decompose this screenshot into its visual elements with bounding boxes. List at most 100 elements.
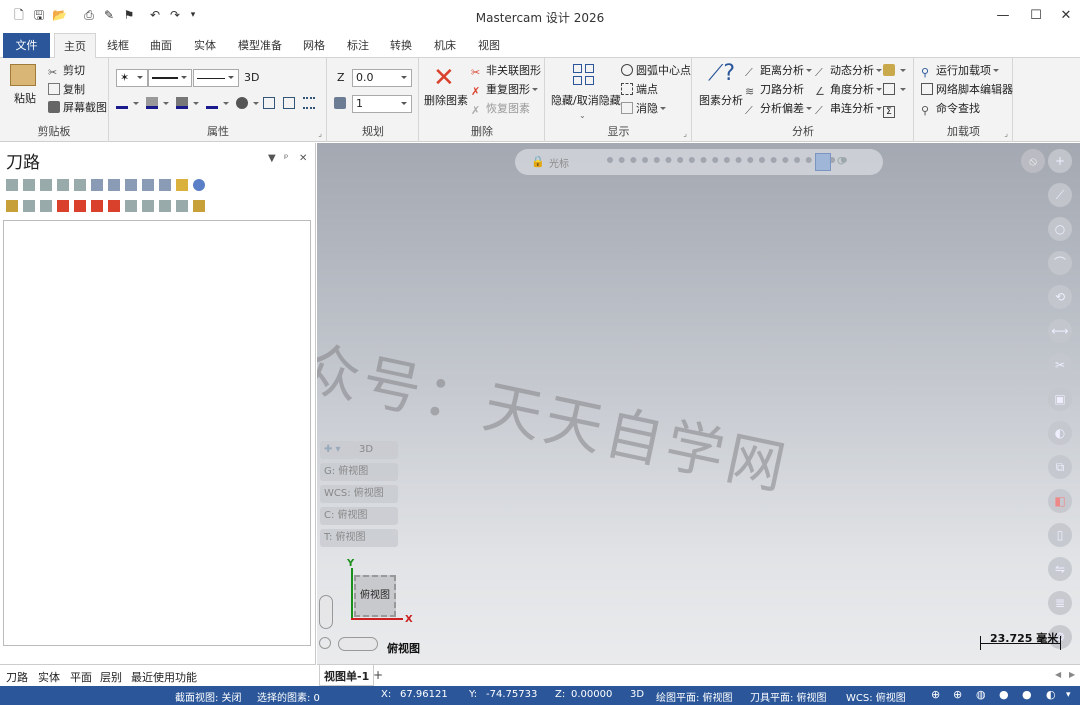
entity-analysis-icon[interactable]: ⟋?: [708, 62, 735, 86]
select-all-ops-icon[interactable]: [6, 179, 18, 191]
edit-op-icon[interactable]: [159, 200, 171, 212]
dimension-icon[interactable]: ⟷: [1048, 319, 1072, 343]
delete-entity-button[interactable]: 删除图素: [424, 93, 468, 109]
high-speed-icon[interactable]: [176, 179, 188, 191]
material-button[interactable]: [236, 96, 259, 112]
display-launcher-icon[interactable]: ⌟: [683, 129, 687, 138]
view-cube[interactable]: 俯视图: [354, 575, 396, 617]
analysis-bias-button[interactable]: ⟋ 分析偏差: [745, 101, 812, 117]
arc-icon[interactable]: ⌒: [1048, 251, 1072, 275]
toolpath-tree[interactable]: [3, 220, 311, 646]
z-depth-input[interactable]: 0.0: [352, 69, 412, 87]
reset-view-icon[interactable]: [319, 637, 331, 649]
line-style-select[interactable]: [148, 69, 192, 87]
distance-analysis-button[interactable]: ⟋ 距离分析: [745, 63, 812, 79]
rotate-view-icon[interactable]: ⟲: [1048, 285, 1072, 309]
blank-button[interactable]: 消隐: [621, 101, 666, 117]
tab-model-prep[interactable]: 模型准备: [234, 33, 286, 58]
paste-button[interactable]: 粘贴: [14, 91, 36, 107]
hide-dropdown-icon[interactable]: ⌄: [579, 108, 586, 124]
graphics-viewport[interactable]: 🔒 光标 ⟳ ⦸ + ⟋ ○ ⌒ ⟲ ⟷ ✂ ▣ ◐ ⧉ ◧ ▯ ⇋ ≣ ⚙ 公…: [317, 143, 1080, 664]
restore-entity-button[interactable]: ✗ 恢复图素: [471, 101, 530, 117]
add-view-button[interactable]: ✚ ▾: [320, 441, 356, 459]
circle-icon[interactable]: ○: [1048, 217, 1072, 241]
move-up-icon[interactable]: [74, 200, 86, 212]
delete-x-icon[interactable]: ✕: [433, 65, 455, 91]
tab-mesh[interactable]: 网格: [297, 33, 331, 58]
globe-icon[interactable]: ⊕: [931, 688, 940, 701]
post-g1-icon[interactable]: [142, 179, 154, 191]
tplane-select[interactable]: T: 俯视图: [320, 529, 398, 547]
rotate-icon[interactable]: ⟳: [837, 154, 847, 168]
single-op-icon[interactable]: [125, 200, 137, 212]
close-button[interactable]: ✕: [1055, 6, 1077, 26]
tool-plane-status[interactable]: 刀具平面: 俯视图: [750, 689, 827, 704]
endpoints-button[interactable]: 端点: [621, 82, 658, 98]
boolean-icon[interactable]: ◧: [1048, 489, 1072, 513]
trim-icon[interactable]: ✂: [1048, 353, 1072, 377]
screenshot-button[interactable]: 屏幕截图: [48, 100, 107, 116]
mirror-icon[interactable]: ⇋: [1048, 557, 1072, 581]
tool-manager-icon[interactable]: [176, 200, 188, 212]
shaded-icon[interactable]: ◐: [1048, 421, 1072, 445]
set-all-button[interactable]: [283, 96, 298, 112]
tab-dimension[interactable]: 标注: [341, 33, 375, 58]
copy-op-icon[interactable]: [142, 200, 154, 212]
statistics-button[interactable]: [883, 63, 906, 79]
status-menu-icon[interactable]: ▾: [1066, 690, 1071, 700]
arc-center-button[interactable]: 圆弧中心点: [621, 63, 691, 79]
sum-button[interactable]: Σ: [883, 101, 898, 118]
tab-file[interactable]: 文件: [3, 33, 50, 58]
move-down-icon[interactable]: [57, 200, 69, 212]
hide-unhide-icon[interactable]: [573, 64, 595, 86]
insert-arrow-icon[interactable]: [91, 200, 103, 212]
selection-mode-icons[interactable]: [607, 157, 847, 167]
tab-wireframe[interactable]: 线框: [101, 33, 135, 58]
tab-surfaces[interactable]: 曲面: [144, 33, 178, 58]
attribute-manager-button[interactable]: [303, 96, 318, 112]
add-viewsheet-button[interactable]: +: [373, 668, 383, 682]
scroll-left-icon[interactable]: ◀: [1055, 670, 1061, 679]
tab-home[interactable]: 主页: [54, 33, 96, 59]
point-style-select[interactable]: ✶: [116, 69, 148, 87]
attributes-launcher-icon[interactable]: ⌟: [318, 129, 322, 138]
select-invalid-ops-icon[interactable]: [23, 179, 35, 191]
pan-slider[interactable]: [338, 637, 378, 651]
verify-icon[interactable]: [108, 179, 120, 191]
maximize-button[interactable]: ☐: [1025, 6, 1047, 26]
toggle-posting-icon[interactable]: [23, 200, 35, 212]
surface-color-button[interactable]: [146, 96, 169, 112]
gview-select[interactable]: G: 俯视图: [320, 463, 398, 481]
scroll-right-icon[interactable]: ▶: [1069, 670, 1075, 679]
simulate-icon[interactable]: [125, 179, 137, 191]
minimize-button[interactable]: —: [992, 6, 1014, 26]
mode-select[interactable]: 3D: [355, 441, 398, 459]
tab-planes[interactable]: 平面: [70, 669, 92, 685]
cancel-icon[interactable]: ⦸: [1021, 149, 1045, 173]
wizard-icon[interactable]: [193, 200, 205, 212]
translucency-icon[interactable]: ◐: [1046, 688, 1056, 701]
angle-analysis-button[interactable]: ∠ 角度分析: [815, 82, 882, 98]
autocursor-label[interactable]: 光标: [549, 155, 569, 170]
three-d-toggle[interactable]: 3D: [244, 70, 259, 86]
toolpath-display-icon[interactable]: [40, 200, 52, 212]
tab-view[interactable]: 视图: [472, 33, 506, 58]
copy-button[interactable]: 复制: [48, 82, 85, 98]
scroll-to-arrow-icon[interactable]: [108, 200, 120, 212]
panel-close-icon[interactable]: ✕: [299, 153, 307, 164]
tab-machine[interactable]: 机床: [428, 33, 462, 58]
paste-icon[interactable]: [10, 64, 36, 86]
help-toolpath-icon[interactable]: [193, 179, 205, 191]
pin-icon[interactable]: ᵖ: [284, 153, 288, 164]
tab-solids[interactable]: 实体: [188, 33, 222, 58]
viewsheet-tab-1[interactable]: 视图单-1: [319, 665, 375, 686]
layers-icon[interactable]: ≣: [1048, 591, 1072, 615]
zoom-slider[interactable]: [319, 595, 333, 629]
translate-icon[interactable]: ⧉: [1048, 455, 1072, 479]
point-color-button[interactable]: [206, 96, 229, 112]
solid-block-icon[interactable]: ▣: [1048, 387, 1072, 411]
wcs-select[interactable]: WCS: 俯视图: [320, 485, 398, 503]
tab-levels[interactable]: 层别: [100, 669, 122, 685]
regenerate-icon[interactable]: [40, 179, 52, 191]
regen-dirty-icon[interactable]: [57, 179, 69, 191]
